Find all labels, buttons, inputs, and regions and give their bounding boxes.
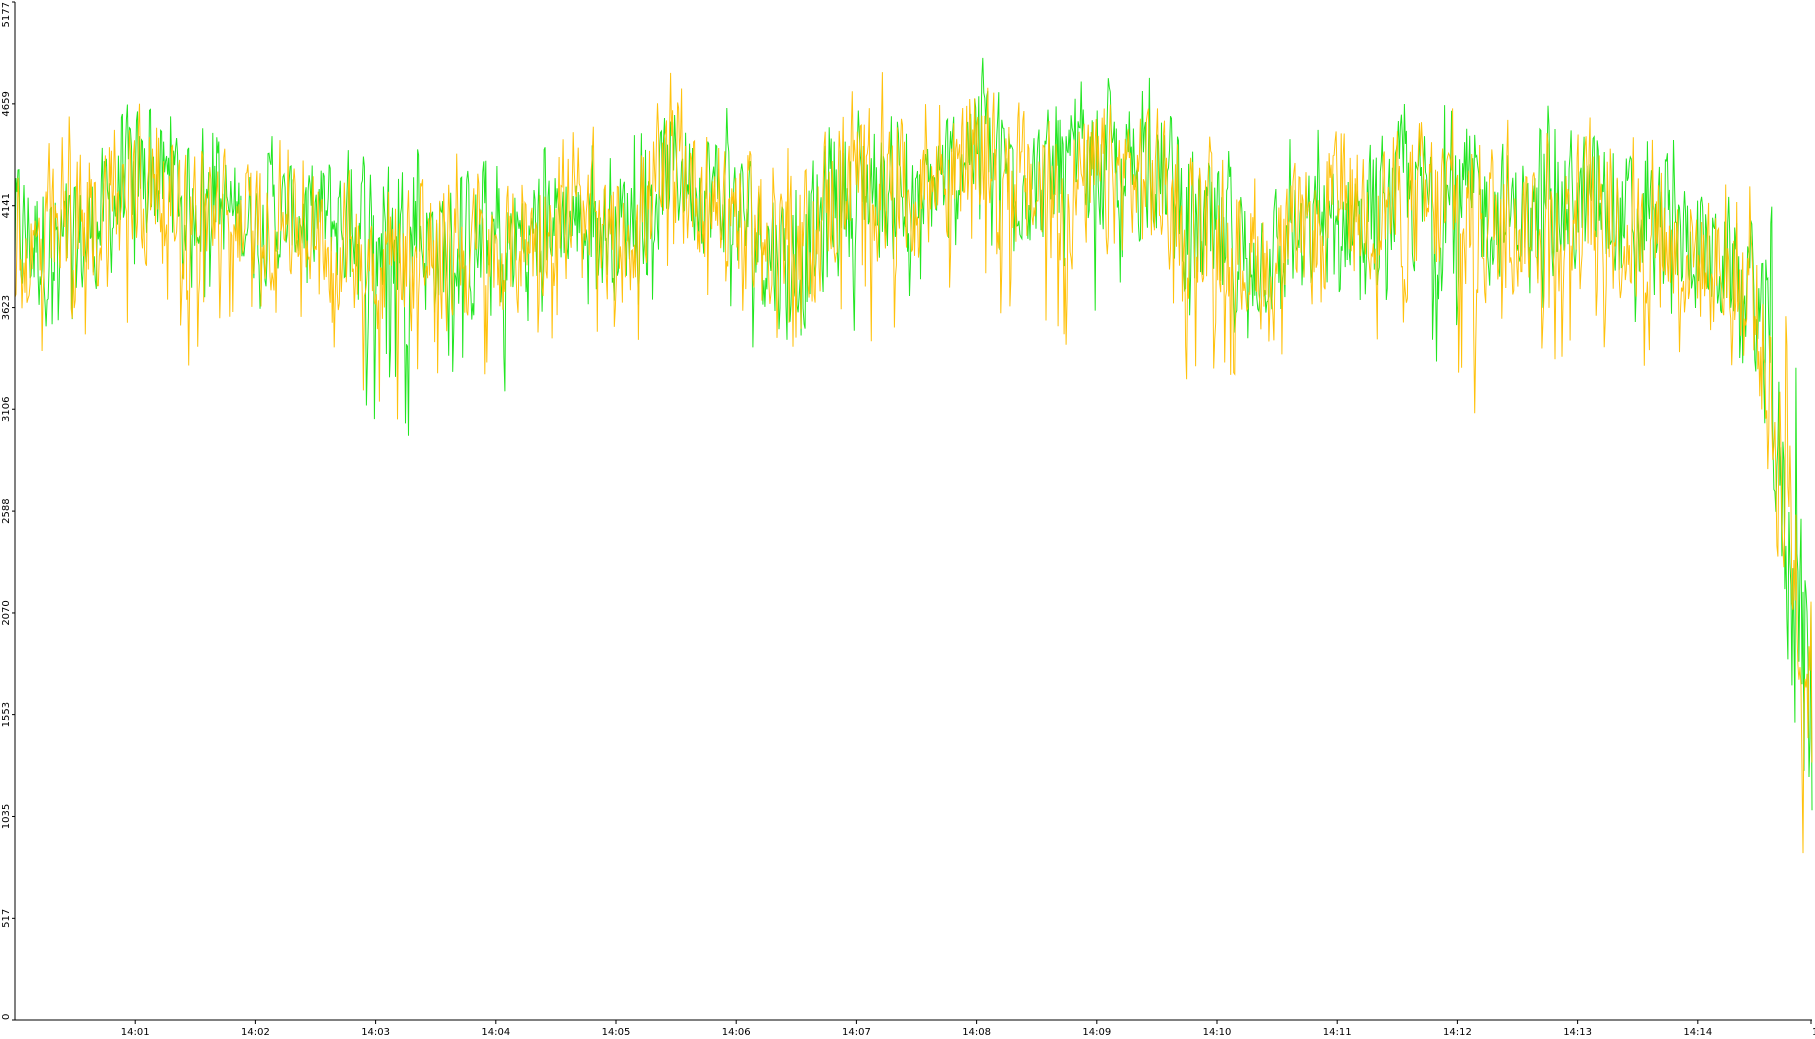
y-tick-label: 2588 <box>1 498 12 523</box>
x-tick-label: 14:07 <box>842 1027 871 1038</box>
x-tick-label: 14:14 <box>1683 1027 1712 1038</box>
series-layer <box>14 57 1813 854</box>
x-tick-label: 14:09 <box>1082 1027 1111 1038</box>
x-tick-label: 14:06 <box>722 1027 751 1038</box>
x-tick-label: 14:01 <box>121 1027 150 1038</box>
y-tick-label: 0 <box>1 1014 12 1020</box>
y-tick-label: 3623 <box>1 295 12 320</box>
y-tick-label: 5177 <box>1 2 12 27</box>
y-tick-label: 4659 <box>1 91 12 116</box>
x-tick-label: 14:11 <box>1323 1027 1352 1038</box>
x-axis-ticks: 14:01 14:02 14:03 14:04 14:05 14:06 14:07 14:08… <box>121 1020 1815 1038</box>
line-chart: 0 517 1035 1553 2070 2588 3106 3623 4141 4659 5177… <box>1 1 1815 1038</box>
x-tick-label: 14:08 <box>962 1027 991 1038</box>
series-line-2 <box>14 72 1813 854</box>
x-tick-label: 14:04 <box>481 1027 510 1038</box>
x-tick-label: 14:03 <box>361 1027 390 1038</box>
series-line-1 <box>14 57 1813 811</box>
y-tick-label: 1035 <box>1 804 12 829</box>
x-tick-label: 14:13 <box>1563 1027 1592 1038</box>
x-tick-label: 14:10 <box>1203 1027 1232 1038</box>
y-tick-label: 4141 <box>1 193 12 218</box>
x-tick-label: 14:02 <box>241 1027 270 1038</box>
y-tick-label: 2070 <box>1 600 12 625</box>
x-tick-label: 14:12 <box>1443 1027 1472 1038</box>
y-tick-label: 1553 <box>1 702 12 727</box>
y-tick-label: 3106 <box>1 397 12 422</box>
y-axis-ticks: 0 517 1035 1553 2070 2588 3106 3623 4141 4659 5177 <box>1 1 15 1021</box>
y-tick-label: 517 <box>1 909 12 928</box>
x-tick-label: 14:05 <box>602 1027 631 1038</box>
